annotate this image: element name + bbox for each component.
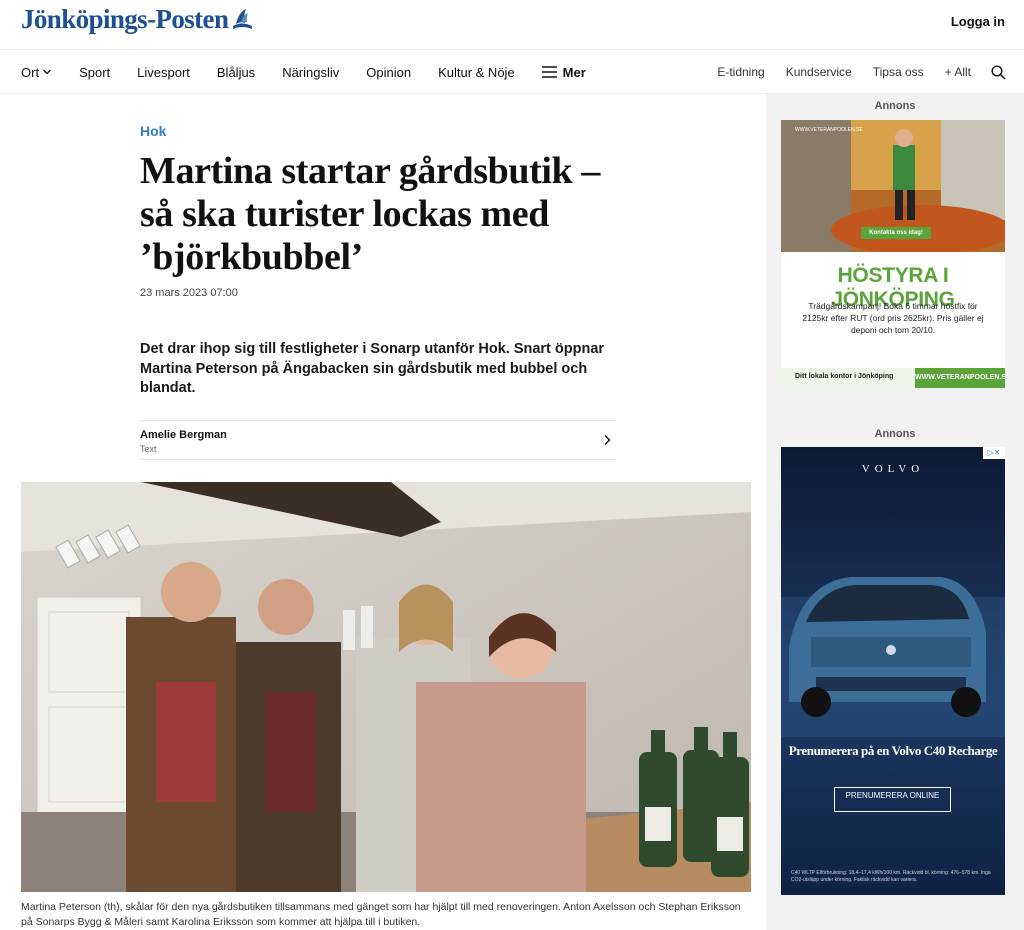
article-headline: Martina startar gårdsbutik – så ska turi…: [140, 150, 600, 278]
ad-label: Annons: [874, 100, 916, 112]
author-byline[interactable]: Amelie Bergman Text: [140, 420, 616, 460]
nav-item-kultur[interactable]: Kultur & Nöje: [438, 65, 515, 80]
logo-text: Jönköpings-Posten: [21, 4, 229, 34]
site-header: Jönköpings-Posten Logga in: [0, 0, 1024, 50]
nav-item-sport[interactable]: Sport: [79, 65, 110, 80]
nav-link-etidning[interactable]: E-tidning: [717, 65, 764, 79]
ad2-subscribe-button[interactable]: PRENUMERERA ONLINE: [834, 787, 951, 812]
nav-item-blaljus[interactable]: Blåljus: [217, 65, 255, 80]
ad-label: Annons: [874, 428, 916, 440]
article-lead: Det drar ihop sig till festligheter i So…: [140, 341, 605, 396]
nav-item-opinion[interactable]: Opinion: [366, 65, 411, 80]
site-logo[interactable]: Jönköpings-Posten: [21, 4, 254, 35]
photo-caption: Martina Peterson (th), skålar för den ny…: [21, 901, 741, 928]
ad2-brand: VOLVO: [861, 463, 925, 475]
ad2-headline: Prenumerera på en Volvo C40 Recharge: [788, 743, 998, 758]
ad1-url-top: WWW.VETERANPOOLEN.SE: [795, 127, 863, 133]
main-nav: Ort Sport Livesport Blåljus Näringsliv O…: [0, 50, 1024, 94]
nav-item-ort[interactable]: Ort: [21, 65, 52, 80]
search-icon[interactable]: [991, 64, 1006, 80]
chevron-right-icon: [604, 435, 611, 445]
article-date: 23 mars 2023 07:00: [140, 287, 238, 299]
ad1-footer-url[interactable]: WWW.VETERANPOOLEN.SE: [915, 368, 1005, 388]
sidebar: Annons WWW.VETERANPOOLEN.SE Kontakta oss…: [766, 94, 1024, 930]
login-link[interactable]: Logga in: [951, 14, 1005, 29]
nav-link-allt[interactable]: + Allt: [945, 65, 971, 79]
chevron-down-icon: [43, 69, 52, 75]
adchoices-icon[interactable]: ▷✕: [983, 447, 1005, 459]
logo-bird-icon: [233, 8, 253, 29]
ad-car-image: [781, 447, 1005, 895]
ad-veteranpoolen[interactable]: WWW.VETERANPOOLEN.SE Kontakta oss idag! …: [781, 120, 1005, 388]
author-role: Text: [140, 444, 157, 454]
author-name: Amelie Bergman: [140, 429, 227, 441]
ad-volvo[interactable]: VOLVO ▷✕ Prenumerera på en Volvo C40 Rec…: [781, 447, 1005, 895]
article-kicker[interactable]: Hok: [140, 123, 166, 139]
nav-link-kundservice[interactable]: Kundservice: [786, 65, 852, 79]
nav-item-livesport[interactable]: Livesport: [137, 65, 190, 80]
ad1-cta-button[interactable]: Kontakta oss idag!: [861, 227, 931, 239]
more-menu-label: Mer: [562, 64, 586, 80]
article-photo[interactable]: [21, 482, 751, 892]
ad1-body: Trädgårdskampanj! Boka 6 timmar höstfix …: [802, 301, 984, 335]
more-menu-button[interactable]: Mer: [541, 64, 586, 80]
nav-item-naringsliv[interactable]: Näringsliv: [282, 65, 339, 80]
nav-item-label: Ort: [21, 64, 40, 80]
nav-link-tipsa[interactable]: Tipsa oss: [873, 65, 924, 79]
ad1-footer-text: Ditt lokala kontor i Jönköping: [795, 373, 894, 380]
ad1-footer: Ditt lokala kontor i Jönköping WWW.VETER…: [781, 368, 1005, 388]
hamburger-icon: [541, 66, 557, 78]
photo-illustration: [21, 482, 751, 892]
ad2-fine-print: C40 WLTP Elförbrukning: 18,4–17,4 kWh/10…: [791, 870, 991, 883]
